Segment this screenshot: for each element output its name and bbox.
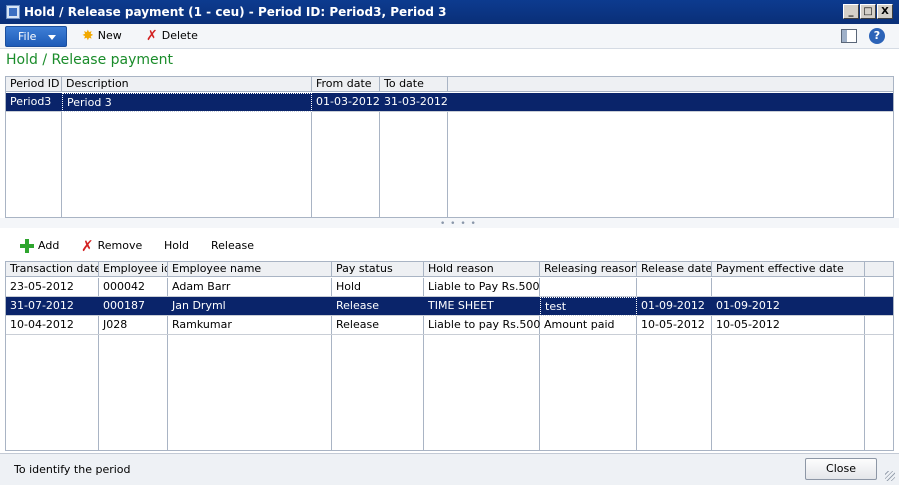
column-header-period-id[interactable]: Period ID — [6, 77, 62, 92]
column-header-payment-effective-date[interactable]: Payment effective date — [712, 262, 865, 277]
lines-toolbar: Add ✗ Remove Hold Release — [0, 234, 899, 258]
periods-grid: Period ID Description From date To date … — [5, 76, 894, 218]
payments-grid-header: Transaction date Employee id Employee na… — [6, 262, 893, 277]
cell-to-date[interactable]: 31-03-2012 — [380, 93, 448, 112]
pane-splitter[interactable]: • • • • — [0, 218, 899, 229]
column-header-employee-id[interactable]: Employee id — [99, 262, 168, 277]
cell-description[interactable]: Period 3 — [62, 93, 312, 112]
cell-employee-id[interactable]: J028 — [99, 316, 168, 335]
close-window-button[interactable]: X — [877, 4, 893, 19]
table-row[interactable]: Period3 Period 3 01-03-2012 31-03-2012 — [6, 93, 893, 112]
table-row[interactable]: 10-04-2012 J028 Ramkumar Release Liable … — [6, 316, 893, 335]
cell-release-date[interactable]: 10-05-2012 — [637, 316, 712, 335]
cell-releasing-reason[interactable]: Amount paid — [540, 316, 637, 335]
release-button[interactable]: Release — [211, 238, 254, 256]
hold-button[interactable]: Hold — [164, 238, 189, 256]
close-button[interactable]: Close — [805, 458, 877, 480]
cell-transaction-date[interactable]: 10-04-2012 — [6, 316, 99, 335]
layout-panel-icon[interactable] — [841, 29, 857, 43]
cell-releasing-reason[interactable] — [540, 278, 637, 297]
column-header-description[interactable]: Description — [62, 77, 312, 92]
cell-hold-reason[interactable]: Liable to pay Rs.5000 — [424, 316, 540, 335]
file-label: File — [18, 30, 37, 43]
add-button[interactable]: Add — [20, 238, 59, 256]
column-header-hold-reason[interactable]: Hold reason — [424, 262, 540, 277]
cell-pay-status[interactable]: Hold — [332, 278, 424, 297]
resize-grip-icon[interactable] — [885, 471, 895, 481]
delete-button[interactable]: ✗ Delete — [146, 28, 198, 46]
chevron-down-icon — [48, 35, 56, 40]
column-header-to-date[interactable]: To date — [380, 77, 448, 92]
column-header-pay-status[interactable]: Pay status — [332, 262, 424, 277]
remove-label: Remove — [97, 239, 143, 252]
action-toolbar: File ✸ New ✗ Delete ? — [0, 24, 899, 49]
cell-employee-id[interactable]: 000042 — [99, 278, 168, 297]
file-menu-button[interactable]: File — [5, 26, 67, 47]
status-bar: To identify the period Close — [0, 453, 899, 485]
column-header-release-date[interactable]: Release date — [637, 262, 712, 277]
add-label: Add — [38, 239, 60, 252]
window-title: Hold / Release payment (1 - ceu) - Perio… — [24, 5, 447, 19]
cell-payment-effective-date[interactable]: 01-09-2012 — [712, 297, 865, 316]
plus-icon — [20, 239, 34, 253]
new-label: New — [97, 29, 122, 42]
payments-grid: Transaction date Employee id Employee na… — [5, 261, 894, 451]
cell-employee-id[interactable]: 000187 — [99, 297, 168, 316]
remove-button[interactable]: ✗ Remove — [81, 238, 142, 256]
table-row[interactable]: 31-07-2012 000187 Jan Dryml Release TIME… — [6, 297, 893, 316]
cell-hold-reason[interactable]: Liable to Pay Rs.5000 — [424, 278, 540, 297]
maximize-button[interactable]: □ — [860, 4, 876, 19]
splitter-grip-icon: • • • • — [440, 219, 477, 229]
cell-payment-effective-date[interactable] — [712, 278, 865, 297]
cell-transaction-date[interactable]: 23-05-2012 — [6, 278, 99, 297]
remove-x-icon: ✗ — [81, 237, 94, 255]
cell-pay-status[interactable]: Release — [332, 316, 424, 335]
help-icon[interactable]: ? — [869, 28, 885, 44]
cell-release-date[interactable] — [637, 278, 712, 297]
page-title: Hold / Release payment — [6, 52, 174, 68]
new-star-icon: ✸ — [82, 28, 94, 44]
cell-period-id[interactable]: Period3 — [6, 93, 62, 112]
column-header-employee-name[interactable]: Employee name — [168, 262, 332, 277]
app-icon — [6, 5, 20, 19]
window-titlebar[interactable]: Hold / Release payment (1 - ceu) - Perio… — [0, 0, 899, 24]
delete-x-icon: ✗ — [146, 28, 158, 44]
cell-payment-effective-date[interactable]: 10-05-2012 — [712, 316, 865, 335]
cell-release-date[interactable]: 01-09-2012 — [637, 297, 712, 316]
new-button[interactable]: ✸ New — [82, 28, 122, 46]
cell-employee-name[interactable]: Adam Barr — [168, 278, 332, 297]
cell-releasing-reason[interactable]: test — [540, 297, 637, 316]
periods-grid-header: Period ID Description From date To date — [6, 77, 893, 92]
cell-from-date[interactable]: 01-03-2012 — [312, 93, 380, 112]
minimize-button[interactable]: _ — [843, 4, 859, 19]
cell-transaction-date[interactable]: 31-07-2012 — [6, 297, 99, 316]
cell-employee-name[interactable]: Ramkumar — [168, 316, 332, 335]
table-row[interactable]: 23-05-2012 000042 Adam Barr Hold Liable … — [6, 278, 893, 297]
cell-employee-name[interactable]: Jan Dryml — [168, 297, 332, 316]
cell-hold-reason[interactable]: TIME SHEET — [424, 297, 540, 316]
status-text: To identify the period — [14, 463, 131, 476]
column-header-transaction-date[interactable]: Transaction date — [6, 262, 99, 277]
column-header-from-date[interactable]: From date — [312, 77, 380, 92]
delete-label: Delete — [161, 29, 198, 42]
column-header-releasing-reason[interactable]: Releasing reason — [540, 262, 637, 277]
cell-pay-status[interactable]: Release — [332, 297, 424, 316]
